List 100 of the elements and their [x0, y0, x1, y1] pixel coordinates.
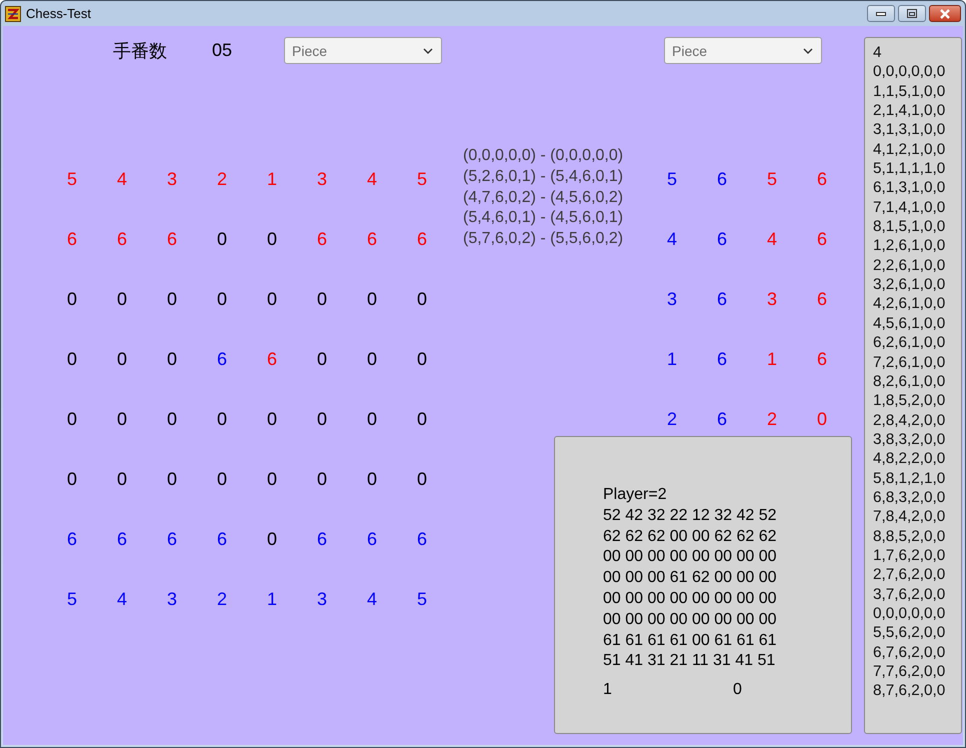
cell-value: 0	[216, 410, 227, 430]
close-button[interactable]	[929, 5, 961, 22]
cell-value: 0	[316, 350, 327, 370]
cell-value: 2	[666, 410, 677, 430]
cell-value: 0	[166, 290, 177, 310]
cell-value: 6	[366, 530, 377, 550]
cell-value: 6	[116, 530, 127, 550]
cell-value: 4	[666, 230, 677, 250]
cell-value: 0	[66, 470, 77, 490]
cell-value: 0	[816, 410, 827, 430]
cell-value: 3	[666, 290, 677, 310]
cell-value: 0	[116, 350, 127, 370]
cell-value: 6	[66, 530, 77, 550]
cell-value: 2	[216, 170, 227, 190]
move-entry: (5,4,6,0,1) - (4,5,6,0,1)	[463, 208, 624, 228]
cell-value: 4	[116, 590, 127, 610]
cell-value: 6	[716, 170, 727, 190]
log-entry: 6,1,3,1,0,0	[873, 178, 946, 198]
cell-value: 0	[66, 410, 77, 430]
turn-count-label: 手番数	[113, 40, 167, 63]
minimize-button[interactable]	[867, 5, 895, 22]
state-line: 00 00 00 00 00 00 00 00	[603, 547, 778, 568]
log-entry: 8,8,5,2,0,0	[873, 526, 946, 546]
cell-value: 0	[416, 290, 427, 310]
cell-value: 4	[366, 590, 377, 610]
close-icon	[939, 8, 951, 18]
log-entry: 1,1,5,1,0,0	[873, 82, 946, 102]
cell-value: 0	[166, 410, 177, 430]
cell-value: 6	[816, 290, 827, 310]
cell-value: 6	[166, 530, 177, 550]
log-entry: 5,5,6,2,0,0	[873, 623, 946, 643]
cell-value: 1	[266, 170, 277, 190]
log-entry: 2,1,4,1,0,0	[873, 101, 946, 120]
state-line: 00 00 00 00 00 00 00 00	[603, 610, 778, 630]
cell-value: 6	[816, 350, 827, 370]
cell-value: 6	[216, 530, 227, 550]
cell-value: 3	[766, 290, 777, 310]
cell-value: 0	[366, 350, 377, 370]
minimize-icon	[876, 12, 886, 16]
state-line: Player=2	[603, 485, 668, 505]
cell-value: 0	[416, 350, 427, 370]
state-line: 00 00 00 00 00 00 00 00	[603, 588, 778, 609]
state-count: 0	[733, 680, 742, 700]
piece-dropdown[interactable]: Piece	[664, 37, 822, 64]
cell-value: 0	[166, 350, 177, 370]
cell-value: 0	[66, 350, 77, 370]
cell-value: 4	[116, 170, 127, 190]
cell-value: 6	[716, 350, 727, 370]
cell-value: 3	[316, 590, 327, 610]
cell-value: 3	[316, 170, 327, 190]
state-line: 51 41 31 21 11 31 41 51	[603, 651, 776, 672]
log-entry: 3,2,6,1,0,0	[873, 275, 946, 294]
move-entry: (0,0,0,0,0) - (0,0,0,0,0)	[463, 146, 624, 166]
log-entry: 6,7,6,2,0,0	[873, 642, 946, 662]
cell-value: 6	[116, 230, 127, 250]
cell-value: 0	[316, 470, 327, 490]
move-entry: (4,7,6,0,2) - (4,5,6,0,2)	[463, 188, 624, 208]
window-title: Chess-Test	[26, 6, 92, 21]
cell-value: 2	[216, 590, 227, 610]
cell-value: 5	[666, 170, 677, 190]
log-entry: 4,5,6,1,0,0	[873, 314, 946, 334]
cell-value: 6	[216, 350, 227, 370]
log-entry: 7,7,6,2,0,0	[873, 662, 946, 682]
log-entry: 5,1,1,1,1,0	[873, 159, 946, 178]
cell-value: 6	[416, 530, 427, 550]
cell-value: 1	[666, 350, 677, 370]
log-entry: 0,0,0,0,0,0	[873, 604, 946, 624]
log-entry: 6,2,6,1,0,0	[873, 333, 946, 352]
cell-value: 5	[66, 170, 77, 190]
cell-value: 0	[216, 290, 227, 310]
cell-value: 4	[366, 170, 377, 190]
cell-value: 1	[266, 590, 277, 610]
log-entry: 4,1,2,1,0,0	[873, 140, 946, 160]
cell-value: 0	[316, 410, 327, 430]
cell-value: 0	[166, 470, 177, 490]
cell-value: 1	[766, 350, 777, 370]
cell-value: 0	[66, 290, 77, 310]
cell-value: 5	[66, 590, 77, 610]
log-entry: 7,8,4,2,0,0	[873, 507, 946, 527]
cell-value: 0	[266, 470, 277, 490]
chevron-down-icon	[803, 48, 813, 54]
cell-value: 3	[166, 170, 177, 190]
state-line: 00 00 00 61 62 00 00 00	[603, 568, 778, 588]
maximize-button[interactable]	[898, 5, 926, 22]
cell-value: 0	[116, 470, 127, 490]
state-line: 62 62 62 00 00 62 62 62	[603, 526, 778, 547]
cell-value: 2	[766, 410, 777, 430]
turn-count-value: 05	[212, 40, 232, 61]
app-icon	[5, 6, 21, 22]
move-entry: (5,7,6,0,2) - (5,5,6,0,2)	[463, 229, 624, 250]
cell-value: 6	[266, 350, 277, 370]
log-entry: 5,8,1,2,1,0	[873, 468, 946, 488]
cell-value: 0	[366, 290, 377, 310]
chevron-down-icon	[423, 48, 433, 54]
log-entry: 7,2,6,1,0,0	[873, 352, 946, 372]
log-entry: 8,7,6,2,0,0	[873, 681, 946, 701]
cell-value: 6	[416, 230, 427, 250]
log-entry: 4	[873, 43, 883, 62]
piece-dropdown[interactable]: Piece	[284, 37, 442, 64]
cell-value: 0	[416, 410, 427, 430]
